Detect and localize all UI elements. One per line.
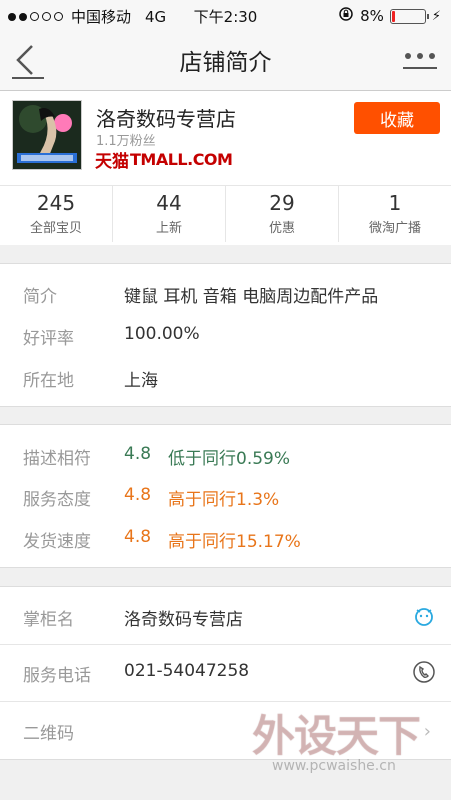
qrcode-label: 二维码 (23, 724, 74, 744)
location-value: 上海 (124, 371, 158, 391)
divider (0, 701, 451, 702)
stat-value: 1 (388, 191, 402, 215)
location-label: 所在地 (23, 371, 74, 391)
score-value: 4.8 (124, 527, 152, 547)
store-stats: 245 全部宝贝 44 上新 29 优惠 1 微淘广播 (0, 185, 451, 242)
intro-label: 简介 (23, 287, 57, 307)
store-name: 洛奇数码专营店 (96, 107, 236, 131)
owner-label: 掌柜名 (23, 610, 74, 630)
stat-all-items[interactable]: 245 全部宝贝 (0, 186, 112, 242)
rotation-lock-icon (338, 6, 354, 26)
score-row: 服务态度 4.8 高于同行1.3% (0, 475, 451, 517)
divider (0, 644, 451, 645)
stat-broadcast[interactable]: 1 微淘广播 (338, 186, 451, 242)
owner-value: 洛奇数码专营店 (124, 610, 243, 630)
intro-row: 简介 键鼠 耳机 音箱 电脑周边配件产品 (0, 272, 451, 314)
more-dots-icon (403, 53, 437, 69)
store-info-section: 简介 键鼠 耳机 音箱 电脑周边配件产品 好评率 100.00% 所在地 上海 (0, 263, 451, 407)
score-value: 4.8 (124, 485, 152, 505)
tmall-badge-cn: 天猫 (95, 151, 129, 172)
stat-new-items[interactable]: 44 上新 (112, 186, 225, 242)
rating-value: 100.00% (124, 324, 200, 344)
tmall-badge-en: TMALL.COM (130, 149, 233, 169)
stat-label: 优惠 (268, 221, 295, 236)
wangwang-chat-icon[interactable] (413, 605, 435, 627)
store-scores-section: 描述相符 4.8 低于同行0.59% 服务态度 4.8 高于同行1.3% 发货速… (0, 424, 451, 568)
more-button[interactable] (403, 46, 437, 76)
score-label: 描述相符 (23, 449, 91, 469)
score-label: 服务态度 (23, 490, 91, 510)
stat-value: 245 (36, 191, 76, 215)
score-compare: 低于同行0.59% (168, 449, 291, 469)
score-row: 描述相符 4.8 低于同行0.59% (0, 434, 451, 476)
store-logo (12, 100, 82, 170)
page-title: 店铺简介 (179, 50, 272, 76)
score-row: 发货速度 4.8 高于同行15.17% (0, 517, 451, 559)
stat-label: 上新 (155, 221, 182, 236)
battery-fill (391, 10, 395, 22)
battery-icon (389, 8, 429, 24)
phone-value: 021-54047258 (124, 661, 250, 681)
status-bar: 中国移动 4G 下午2:30 8% ⚡ (0, 0, 451, 30)
chevron-right-icon: › (423, 721, 431, 742)
watermark-url: www.pcwaishe.cn (272, 758, 396, 774)
stat-label: 全部宝贝 (29, 221, 82, 236)
rating-row: 好评率 100.00% (0, 314, 451, 356)
status-right: 8% ⚡ (338, 6, 441, 26)
owner-row[interactable]: 掌柜名 洛奇数码专营店 (0, 595, 451, 637)
tmall-badge: 天猫 TMALL.COM (95, 149, 233, 172)
phone-label: 服务电话 (23, 666, 91, 686)
score-compare: 高于同行1.3% (168, 490, 280, 510)
stat-value: 44 (156, 191, 182, 215)
nav-bar: 店铺简介 (0, 30, 451, 91)
store-header: 洛奇数码专营店 1.1万粉丝 天猫 TMALL.COM 收藏 245 全部宝贝 … (0, 91, 451, 245)
rating-label: 好评率 (23, 329, 74, 349)
stat-discounts[interactable]: 29 优惠 (225, 186, 338, 242)
intro-value: 键鼠 耳机 音箱 电脑周边配件产品 (124, 287, 379, 307)
phone-icon[interactable] (413, 661, 435, 683)
battery-percent: 8% (360, 7, 384, 25)
phone-row[interactable]: 服务电话 021-54047258 (0, 651, 451, 693)
location-row: 所在地 上海 (0, 356, 451, 398)
favorite-button[interactable]: 收藏 (354, 102, 440, 134)
store-contact-section: 掌柜名 洛奇数码专营店 服务电话 021-54047258 二维码 › (0, 586, 451, 760)
score-value: 4.8 (124, 444, 152, 464)
score-compare: 高于同行15.17% (168, 532, 301, 552)
stat-value: 29 (269, 191, 295, 215)
qrcode-row[interactable]: 二维码 › (0, 709, 451, 751)
stat-label: 微淘广播 (368, 221, 421, 236)
charging-icon: ⚡ (431, 8, 441, 24)
score-label: 发货速度 (23, 532, 91, 552)
